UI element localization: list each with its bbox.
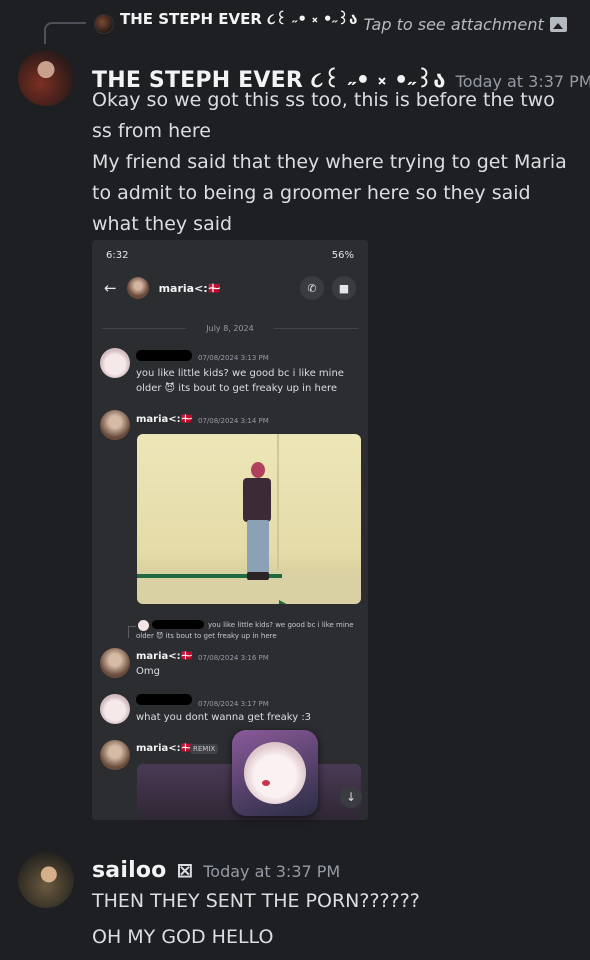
photo-person — [247, 520, 269, 574]
reply-avatar — [94, 14, 114, 34]
message-username: maria<:🇩🇰 — [136, 743, 194, 754]
photo-person — [247, 572, 269, 580]
message-time: 07/08/2024 3:16 PM — [198, 654, 269, 662]
avatar — [100, 694, 130, 724]
avatar — [100, 410, 130, 440]
message-text: what you dont wanna get freaky :3 — [136, 712, 312, 723]
message-text: THEN THEY SENT THE PORN?????? — [92, 890, 420, 912]
avatar — [100, 348, 130, 378]
chat-nav-bar: ← maria<:🇩🇰 — [92, 270, 368, 306]
video-icon: ■ — [332, 276, 356, 300]
message-username: maria<:🇩🇰 — [136, 651, 194, 662]
avatar — [138, 620, 149, 631]
floating-avatar-bubble — [232, 730, 318, 816]
reply-quote: older 😈 its bout to get freaky up in her… — [136, 632, 277, 640]
image-attachment[interactable]: 6:32 56% ← maria<:🇩🇰 ✆ ■ July 8, 2024 07… — [92, 240, 368, 820]
avatar — [100, 648, 130, 678]
message-header: sailoo ⊠ Today at 3:37 PM — [92, 858, 340, 883]
user-badge: ⊠ — [176, 858, 194, 882]
bunny-icon — [244, 742, 306, 804]
scroll-down-icon: ↓ — [340, 786, 362, 808]
username[interactable]: sailoo — [92, 858, 166, 883]
photo-attachment — [137, 434, 361, 604]
reply-connector — [44, 22, 86, 44]
call-icon: ✆ — [300, 276, 324, 300]
message-text: Omg — [136, 666, 160, 677]
photo-person — [251, 462, 265, 478]
message-text: Okay so we got this ss too, this is befo… — [92, 89, 555, 142]
back-arrow-icon: ← — [104, 279, 117, 297]
remix-badge: REMIX — [190, 744, 219, 754]
status-battery: 56% — [331, 250, 354, 261]
reply-username[interactable]: THE STEPH EVER ૮꒰ ˶• ༝ •˶꒱ა — [120, 3, 357, 45]
reply-reference[interactable]: THE STEPH EVER ૮꒰ ˶• ༝ •˶꒱ა Tap to see a… — [94, 10, 567, 37]
avatar[interactable] — [18, 852, 74, 908]
reply-preview-text[interactable]: Tap to see attachment — [363, 15, 543, 34]
message-time: 07/08/2024 3:17 PM — [198, 700, 269, 708]
avatar — [100, 740, 130, 770]
message-text: OH MY GOD HELLO — [92, 926, 274, 948]
date-divider: July 8, 2024 — [206, 324, 254, 333]
redacted-name — [136, 350, 192, 361]
message-time: 07/08/2024 3:14 PM — [198, 417, 269, 425]
reply-quote: you like little kids? we good bc i like … — [208, 621, 354, 629]
timestamp: Today at 3:37 PM — [203, 862, 341, 881]
image-icon — [549, 16, 567, 32]
chat-name: maria<:🇩🇰 — [158, 281, 222, 295]
photo-person — [243, 478, 271, 522]
avatar[interactable] — [18, 50, 74, 106]
reply-connector — [128, 626, 136, 638]
message-text: My friend said that they where trying to… — [92, 151, 567, 235]
message-username: maria<:🇩🇰 — [136, 414, 194, 425]
bunny-mouth — [262, 780, 270, 786]
status-time: 6:32 — [106, 250, 129, 261]
message-text: you like little kids? we good bc i like … — [136, 368, 344, 394]
message-time: 07/08/2024 3:13 PM — [198, 354, 269, 362]
chat-avatar — [126, 277, 149, 299]
redacted-name — [152, 620, 204, 629]
redacted-name — [136, 694, 192, 705]
